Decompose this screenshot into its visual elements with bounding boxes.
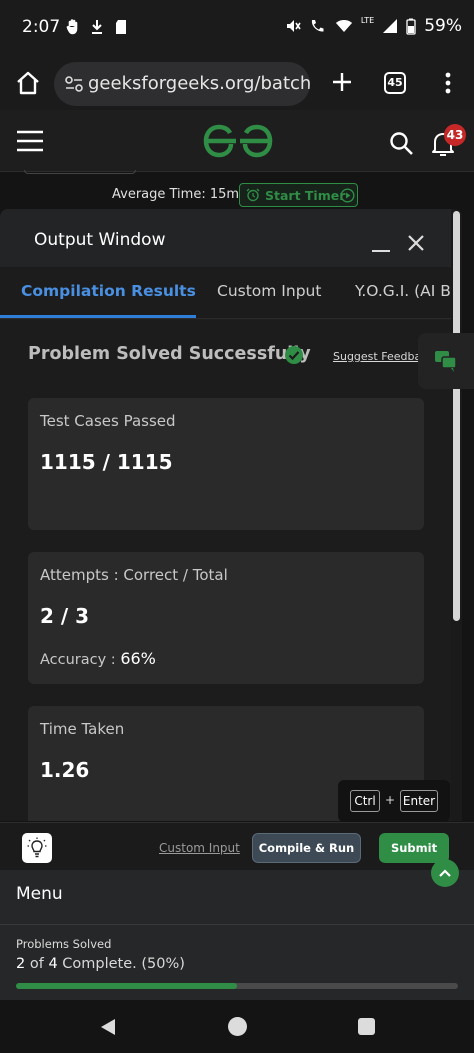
output-window-title: Output Window: [34, 230, 166, 250]
shortcut-plus: +: [385, 793, 396, 807]
test-cases-label: Test Cases Passed: [40, 412, 176, 430]
solved-status-text: Problem Solved Successfully: [28, 344, 311, 364]
progress-bar: [16, 983, 458, 989]
time-taken-value: 1.26: [40, 758, 90, 782]
compilation-results-panel: Problem Solved Successfully Suggest Feed…: [0, 320, 462, 821]
enter-key: Enter: [400, 790, 438, 812]
sd-card-icon: [116, 20, 126, 34]
close-icon[interactable]: [406, 233, 426, 253]
start-timer-label: Start Timer: [265, 188, 346, 203]
download-icon: [92, 20, 102, 34]
attempts-label: Attempts : Correct / Total: [40, 566, 228, 584]
problems-solved-summary: 2 of 4 Complete. (50%): [16, 956, 185, 972]
plus-icon[interactable]: [328, 68, 356, 96]
chat-icon: [435, 351, 457, 372]
network-type: LTE: [360, 15, 375, 25]
problems-solved-label: Problems Solved: [16, 937, 112, 951]
attempts-card: Attempts : Correct / Total 2 / 3 Accurac…: [28, 552, 424, 684]
menu-panel: Menu Problems Solved 2 of 4 Complete. (5…: [0, 859, 474, 1000]
notification-icons: [66, 18, 128, 36]
custom-input-link[interactable]: Custom Input: [159, 841, 240, 855]
total-count: 4: [48, 956, 58, 972]
accuracy-row: Accuracy : 66%: [40, 649, 156, 668]
battery-icon: [406, 18, 416, 35]
recents-icon[interactable]: [358, 1018, 375, 1035]
output-tabs: Compilation Results Custom Input Y.O.G.I…: [0, 267, 462, 319]
status-bar: 2:07 LTE 59%: [0, 0, 474, 56]
active-tab-indicator: [0, 315, 196, 318]
ctrl-key: Ctrl: [350, 790, 380, 812]
solved-count: 2: [16, 956, 26, 972]
check-circle-icon: [285, 346, 303, 364]
hint-button[interactable]: [22, 833, 52, 863]
more-vert-icon[interactable]: [438, 69, 458, 97]
tab-compilation-results[interactable]: Compilation Results: [21, 282, 196, 300]
back-icon[interactable]: [98, 1017, 118, 1037]
accuracy-label: Accuracy :: [40, 652, 116, 668]
output-scrollbar[interactable]: [451, 209, 462, 821]
hamburger-icon[interactable]: [16, 130, 44, 152]
average-time: Average Time: 15m: [112, 187, 240, 202]
minimize-icon[interactable]: [370, 231, 392, 253]
address-bar[interactable]: geeksforgeeks.org/batch/g: [54, 62, 310, 106]
system-status: LTE 59%: [285, 16, 462, 36]
wifi-call-icon: [311, 20, 324, 32]
progress-fill: [16, 983, 237, 989]
clock: 2:07: [22, 17, 61, 37]
output-window-header: Output Window: [0, 209, 462, 267]
bulb-icon: [27, 837, 47, 858]
hand-icon: [66, 19, 78, 35]
action-bar: Custom Input Compile & Run Submit: [0, 822, 474, 870]
solved-status: Problem Solved Successfully: [28, 344, 311, 364]
menu-title: Menu: [16, 884, 63, 904]
notification-badge: 43: [444, 124, 466, 146]
timer-row: Average Time: 15m Start Timer: [0, 170, 474, 210]
output-window: Output Window Compilation Results Custom…: [0, 209, 462, 821]
browser-toolbar: geeksforgeeks.org/batch/g 45: [0, 56, 474, 110]
url-text[interactable]: geeksforgeeks.org/batch/g: [88, 73, 310, 94]
system-nav-bar: [0, 1000, 474, 1053]
of-text: of: [29, 956, 44, 972]
shortcut-hint: Ctrl + Enter: [338, 780, 450, 822]
scrollbar-thumb[interactable]: [453, 211, 460, 621]
tune-icon[interactable]: [64, 75, 84, 93]
submit-button[interactable]: Submit: [379, 833, 449, 863]
alarm-icon: [246, 188, 260, 202]
collapse-button[interactable]: [431, 859, 459, 887]
compile-run-button[interactable]: Compile & Run: [252, 833, 361, 863]
tab-yogi-ai-bot[interactable]: Y.O.G.I. (AI Bot): [355, 282, 462, 300]
chat-float-button[interactable]: [418, 333, 474, 389]
test-cases-card: Test Cases Passed 1115 / 1115: [28, 398, 424, 530]
battery-percent: 59%: [424, 16, 462, 36]
attempts-value: 2 / 3: [40, 604, 90, 628]
home-circle-icon[interactable]: [228, 1017, 247, 1036]
tab-custom-input[interactable]: Custom Input: [217, 282, 321, 300]
previous-element-edge: [24, 170, 136, 174]
search-icon[interactable]: [388, 130, 414, 156]
tab-count-button[interactable]: 45: [384, 72, 406, 94]
accuracy-value: 66%: [120, 649, 156, 668]
test-cases-value: 1115 / 1115: [40, 450, 173, 474]
play-circle-icon: [340, 188, 355, 203]
complete-text: Complete. (50%): [62, 956, 185, 972]
mute-icon: [286, 20, 301, 32]
wifi-icon: [335, 20, 352, 32]
home-icon[interactable]: [14, 69, 42, 97]
gfg-logo[interactable]: [202, 124, 274, 158]
chevron-up-icon: [439, 869, 451, 877]
time-taken-label: Time Taken: [40, 720, 125, 738]
start-timer-button[interactable]: Start Timer: [239, 183, 358, 207]
signal-icon: [383, 19, 398, 33]
site-header: [0, 110, 474, 172]
menu-divider: [0, 924, 474, 925]
